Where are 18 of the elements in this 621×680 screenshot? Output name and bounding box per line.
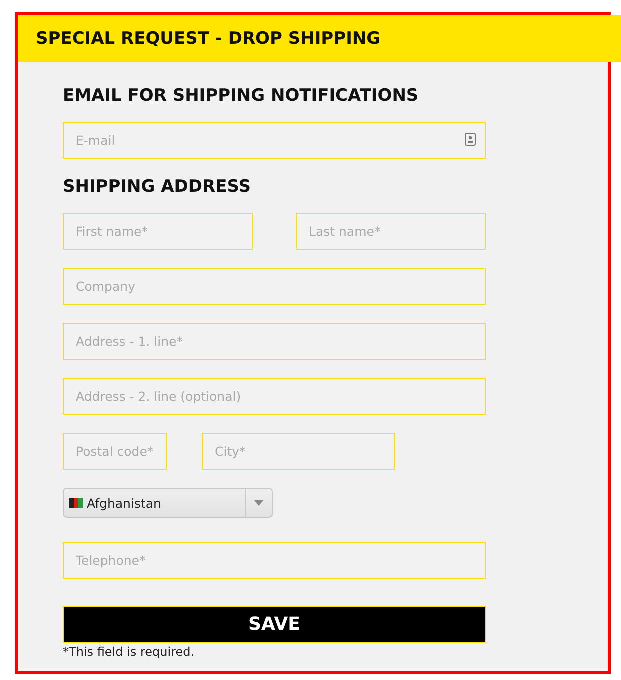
section-heading: EMAIL FOR SHIPPING NOTIFICATIONS	[63, 86, 420, 106]
input-field[interactable]: E-mail	[63, 122, 486, 159]
caret-icon	[254, 500, 264, 506]
input-field[interactable]: Address - 1. line*	[63, 323, 486, 360]
input-field[interactable]: First name*	[63, 213, 253, 250]
input-field[interactable]: Company	[63, 268, 486, 305]
panel-title: SPECIAL REQUEST - DROP SHIPPING	[36, 28, 381, 48]
input-field[interactable]: Postal code*	[63, 433, 167, 470]
required-note: *This field is required.	[63, 645, 196, 659]
input-field[interactable]: Address - 2. line (optional)	[63, 378, 486, 415]
flag-icon	[69, 498, 83, 508]
contact-card-icon	[465, 133, 476, 146]
save-button[interactable]: SAVE	[63, 606, 486, 643]
section-heading: SHIPPING ADDRESS	[63, 177, 252, 197]
input-field[interactable]: Last name*	[296, 213, 486, 250]
input-field[interactable]: City*	[202, 433, 395, 470]
country-select[interactable]: Afghanistan	[63, 488, 273, 518]
input-field[interactable]: Telephone*	[63, 542, 486, 579]
